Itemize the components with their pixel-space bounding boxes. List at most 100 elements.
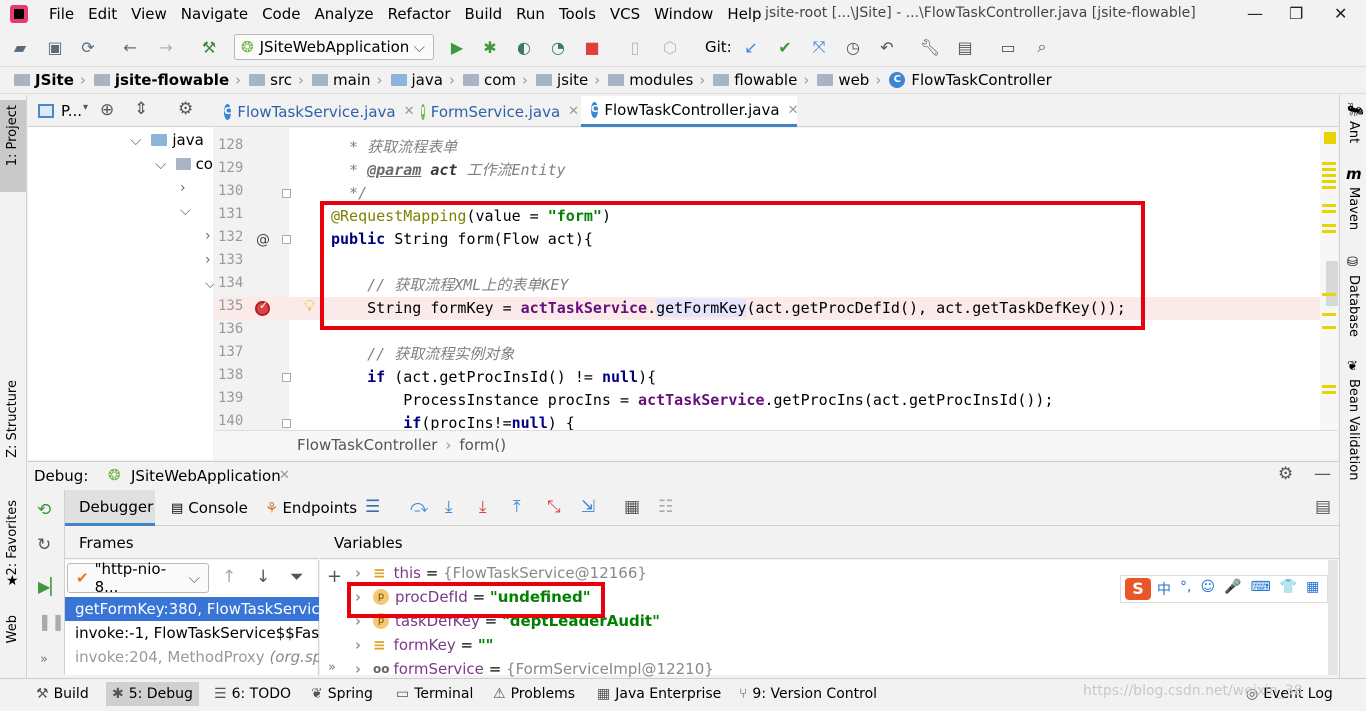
project-view-select[interactable]: P...: [61, 102, 82, 120]
git-commit-icon[interactable]: ✔: [775, 37, 795, 57]
ime-item[interactable]: ☺: [1200, 579, 1215, 599]
resume-icon[interactable]: ▶▏: [38, 577, 63, 596]
tool-tab-ant[interactable]: Ant: [1346, 121, 1361, 143]
tool-tab-maven[interactable]: Maven: [1346, 187, 1361, 230]
warning-mark[interactable]: [1322, 204, 1336, 207]
tab-endpoints[interactable]: ⚘ Endpoints: [265, 490, 357, 526]
expand-arrow-icon[interactable]: ›: [205, 228, 211, 244]
trace-icon[interactable]: ☷: [658, 497, 673, 517]
nav-crumb-com[interactable]: com ›: [462, 71, 536, 89]
menu-code[interactable]: Code: [255, 5, 307, 23]
git-history-icon[interactable]: ◷: [843, 37, 863, 57]
variables-scrollbar[interactable]: [1328, 560, 1338, 675]
warning-mark[interactable]: [1322, 313, 1336, 316]
variable-row[interactable]: › ≡ formKey = "": [355, 633, 494, 657]
thread-select[interactable]: ✔ "http-nio-8... ⌵: [67, 560, 209, 596]
ime-item[interactable]: ⌨: [1251, 579, 1271, 599]
pause-icon[interactable]: ❚❚: [38, 612, 65, 631]
step-out-icon[interactable]: ⤒: [513, 497, 521, 517]
tab-console[interactable]: ▤ Console: [171, 490, 248, 526]
nav-crumb-main[interactable]: main ›: [312, 71, 390, 89]
nav-crumb-modules[interactable]: modules ›: [608, 71, 713, 89]
ime-item[interactable]: 🎤: [1224, 579, 1241, 599]
expand-more-icon[interactable]: »: [328, 660, 336, 675]
panel-settings-icon[interactable]: ⚙: [178, 99, 193, 119]
layout-menu-icon[interactable]: ☰: [365, 497, 380, 517]
code-line[interactable]: * 获取流程表单: [331, 136, 457, 159]
menu-window[interactable]: Window: [647, 5, 720, 23]
add-watch-icon[interactable]: +: [327, 566, 342, 587]
tool-tab-web[interactable]: Web: [5, 615, 20, 643]
intention-bulb-icon[interactable]: 💡︎: [304, 296, 315, 316]
coverage-icon[interactable]: ◐: [514, 37, 534, 57]
attach-icon[interactable]: ▯: [625, 37, 645, 57]
menu-build[interactable]: Build: [458, 5, 510, 23]
maximize-icon[interactable]: ❐: [1289, 4, 1303, 23]
ime-item[interactable]: °,: [1180, 579, 1191, 599]
warning-mark[interactable]: [1322, 391, 1336, 394]
fold-marker-icon[interactable]: [282, 373, 291, 382]
tool-window-terminal[interactable]: ▭ Terminal: [390, 682, 479, 706]
tree-row-java[interactable]: ⌵ java: [130, 131, 204, 149]
menu-view[interactable]: View: [124, 5, 174, 23]
menu-analyze[interactable]: Analyze: [307, 5, 380, 23]
tool-tab-favorites[interactable]: 2: Favorites: [5, 500, 20, 576]
crumb-method[interactable]: form(): [459, 436, 506, 454]
restart-icon[interactable]: ↻: [37, 535, 51, 555]
nav-crumb-src[interactable]: src ›: [249, 71, 312, 89]
menu-tools[interactable]: Tools: [552, 5, 603, 23]
menu-refactor[interactable]: Refactor: [381, 5, 458, 23]
run-icon[interactable]: ▶: [447, 37, 467, 57]
close-window-icon[interactable]: ✕: [1334, 4, 1347, 23]
ime-item[interactable]: ▦: [1306, 579, 1319, 599]
nav-crumb-java[interactable]: java ›: [390, 71, 463, 89]
locate-target-icon[interactable]: ⊕: [100, 100, 114, 120]
nav-crumb-jsite[interactable]: jsite ›: [536, 71, 608, 89]
tool-window-6-todo[interactable]: ☰ 6: TODO: [208, 682, 297, 706]
expand-chevron-icon[interactable]: ⌵: [130, 131, 141, 149]
frame-down-icon[interactable]: ↓: [256, 567, 270, 587]
fold-marker-icon[interactable]: [282, 189, 291, 198]
run-to-cursor-icon[interactable]: ⇲: [581, 497, 595, 517]
close-tab-icon[interactable]: ✕: [788, 103, 799, 118]
code-line[interactable]: if (act.getProcInsId() != null){: [331, 366, 656, 389]
debug-settings-icon[interactable]: ⚙: [1278, 464, 1293, 484]
tree-row-com[interactable]: ⌵ co: [155, 155, 213, 173]
scrollbar-thumb[interactable]: [1326, 261, 1338, 306]
warning-mark[interactable]: [1322, 186, 1336, 189]
code-line[interactable]: ProcessInstance procIns = actTaskService…: [331, 389, 1053, 412]
evaluate-expression-icon[interactable]: ▦: [624, 497, 640, 517]
tab-flowtaskcontroller[interactable]: C FlowTaskController.java ✕: [581, 96, 799, 127]
step-into-icon[interactable]: ⤓: [479, 497, 487, 517]
debug-icon[interactable]: ✱: [480, 37, 500, 57]
code-line[interactable]: if(procIns!=null) {: [331, 412, 575, 430]
fold-marker-icon[interactable]: [282, 419, 291, 428]
close-tab-icon[interactable]: ✕: [568, 104, 579, 119]
ime-item[interactable]: 中: [1157, 579, 1171, 599]
nav-crumb-web[interactable]: web ›: [817, 71, 889, 89]
project-view-chevron-icon[interactable]: ▾: [83, 102, 88, 113]
tab-debugger[interactable]: Debugger: [65, 490, 155, 526]
project-structure-icon[interactable]: ⬡: [660, 37, 680, 57]
menu-help[interactable]: Help: [720, 5, 768, 23]
crumb-class[interactable]: FlowTaskController: [297, 436, 437, 454]
tool-window-spring[interactable]: ❦ Spring: [305, 682, 379, 706]
tool-window-5-debug[interactable]: ✱ 5: Debug: [106, 682, 199, 706]
debug-session-tab[interactable]: JSiteWebApplication: [131, 467, 281, 485]
nav-crumb-jsite[interactable]: JSite ›: [14, 71, 94, 89]
warning-mark[interactable]: [1322, 174, 1336, 177]
build-hammer-icon[interactable]: ⚒: [199, 37, 219, 57]
run-configuration-select[interactable]: ❂ JSiteWebApplication ⌵: [234, 34, 434, 60]
expand-arrow-icon[interactable]: ›: [355, 633, 361, 657]
tool-tab-bean-validation[interactable]: Bean Validation: [1346, 379, 1361, 480]
fold-marker-icon[interactable]: [282, 235, 291, 244]
code-line[interactable]: * @param act 工作流Entity: [331, 159, 566, 182]
git-revert-icon[interactable]: ↶: [877, 37, 897, 57]
save-icon[interactable]: ▣: [45, 37, 65, 57]
warning-mark[interactable]: [1322, 326, 1336, 329]
warning-mark[interactable]: [1322, 230, 1336, 233]
step-over-icon[interactable]: ⤓: [445, 497, 453, 517]
frame-up-icon[interactable]: ↑: [222, 567, 236, 587]
profile-icon[interactable]: ◔: [548, 37, 568, 57]
frame-row[interactable]: getFormKey:380, FlowTaskService (co: [65, 597, 319, 621]
